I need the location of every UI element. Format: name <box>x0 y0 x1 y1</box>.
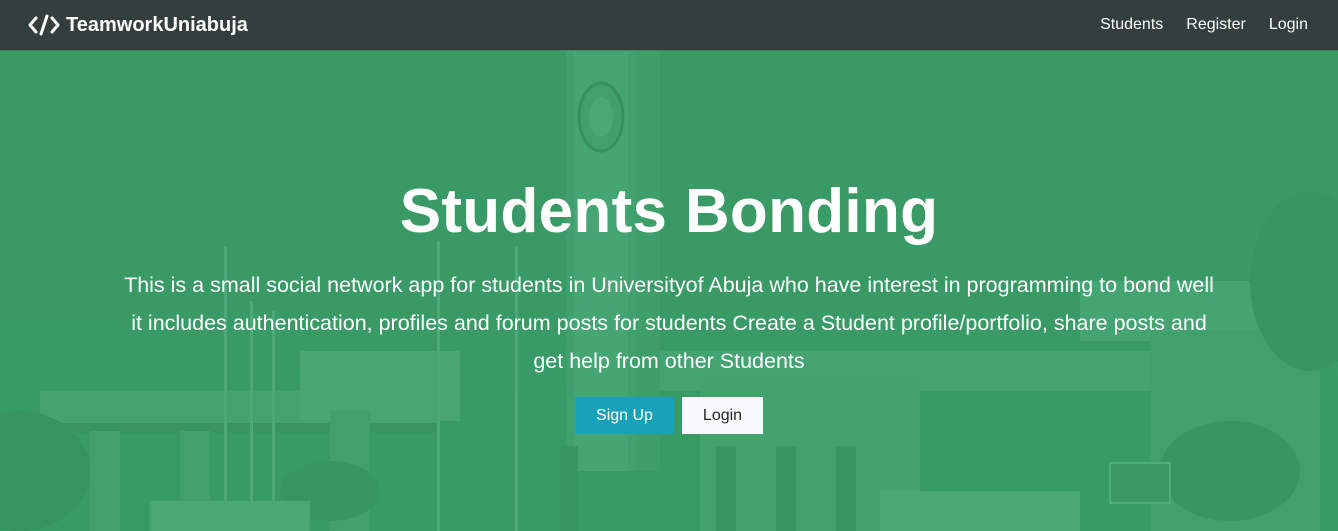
code-icon <box>28 14 60 36</box>
nav-link-students[interactable]: Students <box>1100 16 1163 34</box>
hero-buttons: Sign Up Login <box>0 397 1338 434</box>
signup-button[interactable]: Sign Up <box>575 397 674 434</box>
hero-title: Students Bonding <box>399 177 939 246</box>
landing-page: TeamworkUniabuja Students Register Login <box>0 0 1338 531</box>
hero-description: This is a small social network app for s… <box>124 273 1214 373</box>
nav-link-register[interactable]: Register <box>1186 16 1246 34</box>
brand-name: TeamworkUniabuja <box>66 13 248 36</box>
nav-link-login[interactable]: Login <box>1269 16 1308 34</box>
nav-links: Students Register Login <box>1077 16 1308 34</box>
navbar: TeamworkUniabuja Students Register Login <box>0 0 1338 51</box>
login-button[interactable]: Login <box>682 397 763 434</box>
brand-link[interactable]: TeamworkUniabuja <box>28 14 248 37</box>
hero-section: Students Bonding This is a small social … <box>0 51 1338 531</box>
